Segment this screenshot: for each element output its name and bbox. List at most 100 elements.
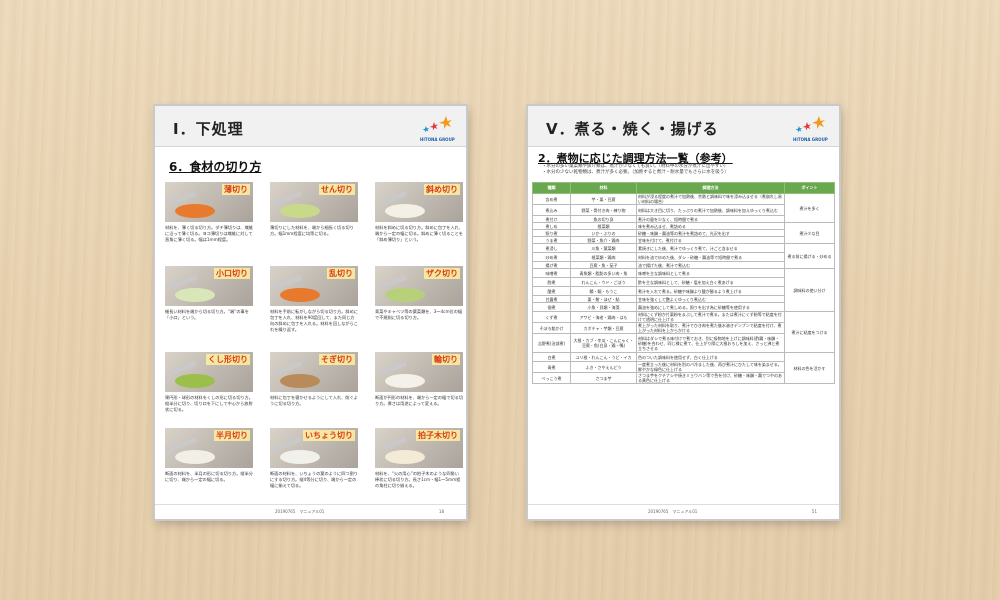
cell-point: 煮汁少な目	[784, 222, 835, 244]
cell-method: 材料にくず粉か片栗粉をまぶして煮汁で煮る。または煮汁にくず粉等で粘度を付けて透明…	[636, 311, 785, 323]
hitona-logo-icon: HITONA GROUP	[793, 114, 829, 142]
cell-material: 野菜・魚介・鶏肉	[570, 236, 637, 244]
cell-type: 吉野煮(治部煮)	[532, 333, 571, 353]
cut-photo: そぎ切り	[270, 352, 358, 392]
cut-description: 材料に包丁を寝かせるようにして入れ、削ぐように切る切り方。	[270, 395, 358, 406]
cut-label: 拍子木切り	[416, 430, 460, 441]
table-header-row: 種類 材料 調理方法 ポイント	[532, 182, 835, 194]
food-icon	[385, 288, 425, 302]
cell-type: 煮しめ	[532, 222, 571, 230]
logo-text: HITONA GROUP	[793, 137, 828, 142]
right-footer: 20190765 マニュアル01 51	[528, 504, 839, 519]
food-icon	[175, 288, 215, 302]
cut-description: 細長い材料を端から切る切り方。“端”の事を「小口」という。	[165, 309, 249, 320]
right-page-title: Ⅴ．煮る・焼く・揚げる	[546, 120, 719, 138]
cell-material: ふき・さやえんどう	[570, 361, 637, 373]
food-icon	[175, 204, 215, 218]
cut-photo: くし形切り	[165, 352, 253, 392]
cell-method: 甘味を強くして艶よくゆっくり煮込む	[636, 295, 785, 303]
food-icon	[280, 374, 320, 388]
cell-type: 酸煮	[532, 286, 571, 296]
cut-description: 材料を斜めに切る切り方。斜めに包丁を入れ、端から一定の幅に切る。斜めに薄く切るこ…	[375, 225, 463, 242]
cell-material: 小魚・貝類・海藻	[570, 302, 637, 312]
cut-label: ザク切り	[424, 268, 460, 279]
cell-point: 煮汁に粘度をつける	[784, 311, 835, 353]
cell-type: 煮浸し	[532, 243, 571, 253]
table-row: くず煮 アワビ・海老・鶏肉・はも 材料にくず粉か片栗粉をまぶして煮汁で煮る。または煮…	[532, 311, 835, 353]
cell-point: 材料の色を活かす	[784, 352, 835, 384]
cut-photo: 拍子木切り	[375, 428, 463, 468]
cell-material: 鯖・鰯・もうこ	[570, 286, 637, 296]
cell-type: 炒め煮	[532, 252, 571, 262]
cut-label: せん切り	[319, 184, 355, 195]
cut-label: そぎ切り	[319, 354, 355, 365]
left-page-header: Ⅰ．下処理 HITONA GROUP	[155, 106, 466, 147]
cell-type: 甘露煮	[532, 295, 571, 303]
page-number: 51	[811, 509, 817, 514]
col-header: 種類	[532, 182, 571, 194]
cell-type: 含め煮	[532, 193, 571, 205]
cell-method: 材料を油で炒めた後、ダシ・砂糖・醤油等で短時間で煮る	[636, 252, 785, 262]
cell-method: 材料は大き目に切り、たっぷりの煮汁で加熱後、調味料を加えゆっくり煮込む	[636, 204, 785, 216]
cell-material: 豆腐・魚・茄子	[570, 261, 637, 269]
food-icon	[280, 450, 320, 464]
cell-material: カボチャ・芋類・豆腐	[570, 322, 637, 334]
cell-material: 栗・鮒・ほぜ・鮎	[570, 295, 637, 303]
cell-type: そぼろ餡かけ	[532, 322, 571, 334]
cell-type: 煮付け	[532, 215, 571, 223]
right-manual-page: Ⅴ．煮る・焼く・揚げる HITONA GROUP 2．煮物に応じた調理方法一覧（…	[528, 106, 839, 519]
cut-description: 断面の材料を、いちょうの葉のように四つ割りにする切り方。縦4等分に切り、端から一…	[270, 471, 358, 488]
left-footer: 20190765 マニュアル01 18	[155, 504, 466, 519]
cell-method: 素焼きにした後、煮汁でゆっくり煮て、汁ごと含ませる	[636, 243, 785, 253]
cell-method: 色のついた調味料を使用せず、白く仕上げる	[636, 352, 785, 362]
food-icon	[175, 450, 215, 464]
cut-photo: 半月切り	[165, 428, 253, 468]
cut-description: 材料を、薄く切る切り方。ダチ薄切りは、繊維に沿って薄く切る。ヨコ薄切りは繊維に対…	[165, 225, 253, 242]
cell-material: いか・ぶりの	[570, 229, 637, 237]
cell-method: 油で揚げた後、煮汁で煮込む	[636, 261, 785, 269]
food-icon	[385, 204, 425, 218]
cell-type: 味噌煮	[532, 268, 571, 278]
cut-label: いちょう切り	[303, 430, 355, 441]
cell-material: 根菜類・鶏肉	[570, 252, 637, 262]
cell-method: 甘味を付けて、煮付ける	[636, 236, 785, 244]
table-row: 味噌煮 青魚類・脂肪の多い肉・魚 味噌を主な調味料として煮る 調味料の使い分け	[532, 268, 835, 312]
cell-method: 醤油を強めにして煮しめる。照りを出す為に砂糖等を使用する	[636, 302, 785, 312]
cell-material: れんこん・ウド・ごぼう	[570, 277, 637, 287]
left-section-title: 6．食材の切り方	[169, 160, 262, 174]
cut-photo: 輪切り	[375, 352, 463, 392]
table-row: 煮しめ 根菜類 味を煮み込ませ、煮詰める 煮汁少な目	[532, 222, 835, 244]
cell-material: 根菜類	[570, 222, 637, 230]
cell-type: 揚げ煮	[532, 261, 571, 269]
notes: ・水分の多い葉菜類や魚介類は、煮汁が少なくても良い。（材料中の水分が煮汁に出やす…	[542, 164, 729, 176]
food-icon	[385, 450, 425, 464]
col-header: 材料	[570, 182, 637, 194]
cut-photo: 斜め切り	[375, 182, 463, 222]
cooking-method-table: 種類 材料 調理方法 ポイント 含め煮 芋・栗・豆腐 材料が浸る程度の煮汁で加熱後、…	[532, 182, 835, 384]
cut-label: 斜め切り	[424, 184, 460, 195]
cut-description: 材料を手前に転がしながら切る切り方。斜めに包丁を入れ、材料を90度回して、また同…	[270, 309, 358, 332]
logo-text: HITONA GROUP	[420, 137, 455, 142]
cut-description: 青菜やキャベツ等の葉菜類を、3〜4cm位の幅で不規則に切る切り方。	[375, 309, 463, 320]
cell-type: くず煮	[532, 311, 571, 323]
cut-label: 薄切り	[222, 184, 250, 195]
col-header: ポイント	[784, 182, 835, 194]
cell-method: 酢を主な調味料として、砂糖・塩を加え白く煮あげる	[636, 277, 785, 287]
cell-material: 芋・栗・豆腐	[570, 193, 637, 205]
cell-method: 味を煮み込ませ、煮詰める	[636, 222, 785, 230]
food-icon	[280, 204, 320, 218]
cell-material: さつま芋	[570, 372, 637, 384]
cell-method: 砂糖・味醂・醤油等の煮汁を煮詰めて、光沢を出す	[636, 229, 785, 237]
cell-type: 煮込み	[532, 204, 571, 216]
cut-description: 材料を、“火の用心”の拍子木のような四角い棒状に切る切り方。長さ1cm・幅1〜5…	[375, 471, 461, 488]
cut-photo: 薄切り	[165, 182, 253, 222]
cell-point: 煮る前に揚げる・炒める	[784, 243, 835, 269]
cell-material: 魚の切り身	[570, 215, 637, 223]
cell-method: 煮汁を入れて煮る。砂糖や味醂より酸が勝るよう煮上げる	[636, 286, 785, 296]
cell-method: 煮汁の量を少なく、短時間で煮る	[636, 215, 785, 223]
cut-description: 薄切りにした材料を、端から細長く切る切り方。幅1mm程度に均等に切る。	[270, 225, 354, 236]
cell-type: うま煮	[532, 236, 571, 244]
cell-type: 白煮	[532, 352, 571, 362]
cell-type: 照り煮	[532, 229, 571, 237]
cell-method: さつま芋をクチナシや焼きミョウバン等で色を付け、砂糖・味醂・醤でつやのある黄色に…	[636, 372, 785, 384]
